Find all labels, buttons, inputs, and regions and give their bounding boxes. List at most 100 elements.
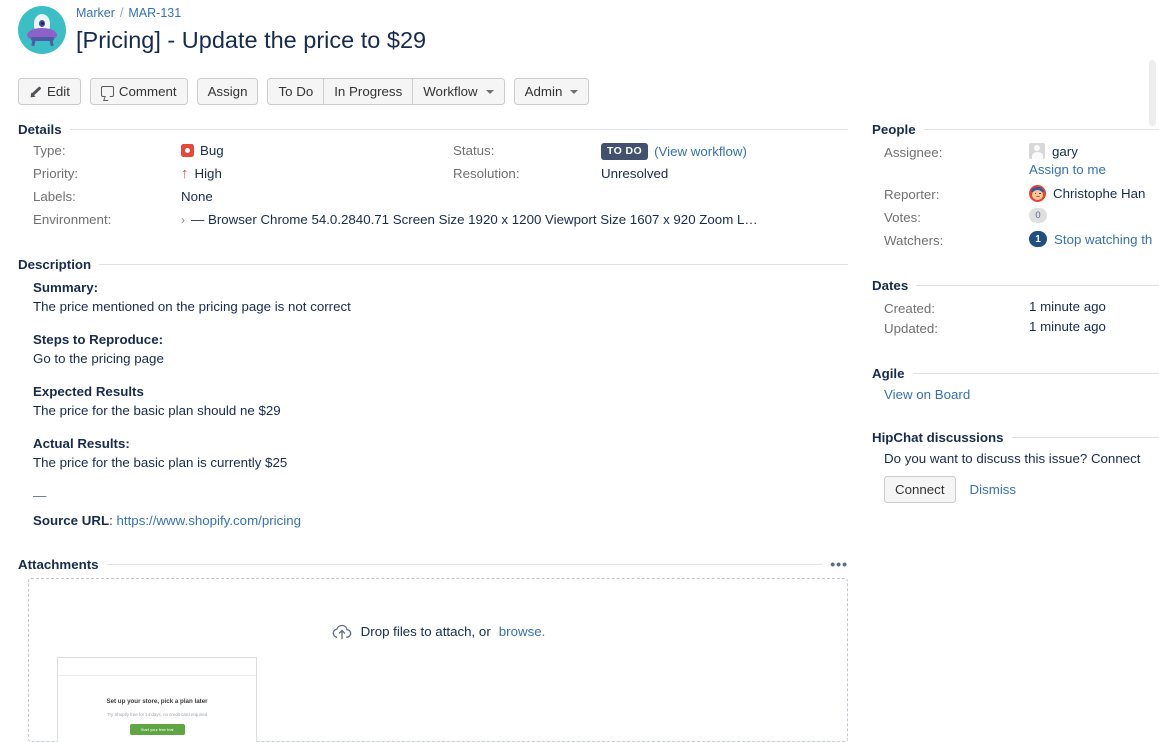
issue-toolbar: Edit Comment Assign To Do In Progress Wo… <box>18 78 589 105</box>
hipchat-prompt: Do you want to discuss this issue? Conne… <box>872 451 1159 466</box>
cloud-upload-icon <box>331 623 353 640</box>
view-on-board-link[interactable]: View on Board <box>884 387 970 402</box>
people-section-header: People <box>872 122 1159 137</box>
details-heading: Details <box>18 122 62 137</box>
assign-to-me-link[interactable]: Assign to me <box>1029 162 1106 177</box>
breadcrumb-separator: / <box>120 6 123 20</box>
priority-up-arrow-icon: ↑ <box>181 167 189 180</box>
thumbnail-title: Set up your store, pick a plan later <box>58 698 256 705</box>
labels-label: Labels: <box>33 189 181 204</box>
breadcrumb-project-link[interactable]: Marker <box>76 6 115 20</box>
environment-value: — Browser Chrome 54.0.2840.71 Screen Siz… <box>191 212 758 227</box>
issue-main-column: Details Type: Bug Priority: <box>18 122 848 742</box>
section-divider <box>913 373 1159 374</box>
assignee-value: gary <box>1052 144 1078 159</box>
votes-badge: 0 <box>1029 208 1047 223</box>
source-url-label: Source URL <box>33 513 109 528</box>
agile-heading: Agile <box>872 366 905 381</box>
project-avatar-icon <box>18 6 66 54</box>
description-heading: Description <box>18 257 91 272</box>
chevron-right-icon[interactable]: › <box>181 213 185 227</box>
hipchat-section-header: HipChat discussions <box>872 430 1159 445</box>
section-divider <box>107 564 823 565</box>
attachment-thumbnail[interactable]: Set up your store, pick a plan later Try… <box>57 657 257 742</box>
resolution-label: Resolution: <box>453 166 601 181</box>
reporter-label: Reporter: <box>884 185 1029 202</box>
votes-row: Votes: 0 <box>884 208 1159 225</box>
attachments-heading: Attachments <box>18 557 99 572</box>
page-title: [Pricing] - Update the price to $29 <box>76 24 426 56</box>
detail-row-priority: Priority: ↑ High <box>33 166 453 189</box>
source-url-link[interactable]: https://www.shopify.com/pricing <box>117 513 302 528</box>
details-section-header: Details <box>18 122 848 137</box>
reporter-value: Christophe Han <box>1053 186 1145 201</box>
comment-button-label: Comment <box>119 84 177 99</box>
in-progress-button[interactable]: In Progress <box>324 78 413 105</box>
pencil-icon <box>29 85 42 98</box>
chevron-down-icon <box>486 90 494 94</box>
thumbnail-cta-button: Start your free trial <box>130 724 185 735</box>
chevron-down-icon <box>570 90 578 94</box>
dates-heading: Dates <box>872 278 908 293</box>
edit-button[interactable]: Edit <box>18 78 81 105</box>
agile-section-header: Agile <box>872 366 1159 381</box>
type-value: Bug <box>200 143 224 158</box>
status-badge: TO DO <box>601 143 648 160</box>
detail-row-labels: Labels: None <box>33 189 848 212</box>
detail-row-resolution: Resolution: Unresolved <box>453 166 747 189</box>
page-scrollbar[interactable] <box>1149 60 1156 126</box>
priority-value: High <box>195 166 222 181</box>
people-body: Assignee: gary Assign to me Reporter: <box>872 143 1159 248</box>
attachments-options-icon[interactable]: ••• <box>830 556 848 572</box>
detail-row-type: Type: Bug <box>33 143 453 166</box>
source-url-row: Source URL: https://www.shopify.com/pric… <box>33 511 848 530</box>
environment-label: Environment: <box>33 212 181 227</box>
section-divider <box>1012 437 1159 438</box>
view-workflow-link[interactable]: (View workflow) <box>654 144 747 159</box>
breadcrumb-issue-key-link[interactable]: MAR-131 <box>128 6 181 20</box>
breadcrumb: Marker / MAR-131 <box>76 6 181 20</box>
connect-button[interactable]: Connect <box>884 476 956 503</box>
edit-button-label: Edit <box>47 84 70 99</box>
section-divider <box>924 129 1159 130</box>
section-divider <box>916 285 1159 286</box>
expected-results-label: Expected Results <box>33 382 848 401</box>
thumbnail-subtitle: Try Shopify free for 14 days, no credit … <box>58 712 256 717</box>
bug-icon <box>181 144 194 157</box>
created-row: Created: 1 minute ago <box>884 299 1159 316</box>
assignee-row: Assignee: gary Assign to me <box>884 143 1159 177</box>
jira-issue-page: Marker / MAR-131 [Pricing] - Update the pr… <box>0 0 1159 742</box>
detail-row-environment: Environment: › — Browser Chrome 54.0.284… <box>33 212 848 235</box>
updated-row: Updated: 1 minute ago <box>884 319 1159 336</box>
attachments-dropzone[interactable]: Drop files to attach, or browse. Set up … <box>28 578 848 742</box>
expected-results-text: The price for the basic plan should ne $… <box>33 401 848 420</box>
hipchat-heading: HipChat discussions <box>872 430 1004 445</box>
watchers-row: Watchers: 1 Stop watching th <box>884 231 1159 248</box>
summary-text: The price mentioned on the pricing page … <box>33 297 848 316</box>
todo-button-label: To Do <box>278 84 313 99</box>
steps-text: Go to the pricing page <box>33 349 848 368</box>
actual-results-label: Actual Results: <box>33 434 848 453</box>
drop-files-row: Drop files to attach, or browse. <box>29 623 847 640</box>
updated-value: 1 minute ago <box>1029 319 1106 334</box>
section-divider <box>99 264 848 265</box>
drop-files-text: Drop files to attach, or <box>361 624 491 639</box>
steps-label: Steps to Reproduce: <box>33 330 848 349</box>
dismiss-link[interactable]: Dismiss <box>970 482 1017 497</box>
comment-button[interactable]: Comment <box>90 78 188 105</box>
admin-dropdown-label: Admin <box>525 84 563 99</box>
created-value: 1 minute ago <box>1029 299 1106 314</box>
browse-link[interactable]: browse. <box>499 624 546 639</box>
assign-button[interactable]: Assign <box>197 78 259 105</box>
workflow-dropdown[interactable]: Workflow <box>413 78 504 105</box>
admin-dropdown[interactable]: Admin <box>514 78 590 105</box>
stop-watching-link[interactable]: Stop watching th <box>1054 232 1152 247</box>
description-body: Summary: The price mentioned on the pric… <box>18 278 848 530</box>
assignee-label: Assignee: <box>884 143 1029 160</box>
description-section-header: Description <box>18 257 848 272</box>
watchers-label: Watchers: <box>884 231 1029 248</box>
detail-row-status: Status: TO DO (View workflow) <box>453 143 747 166</box>
summary-label: Summary: <box>33 278 848 297</box>
todo-button[interactable]: To Do <box>267 78 324 105</box>
dates-section-header: Dates <box>872 278 1159 293</box>
